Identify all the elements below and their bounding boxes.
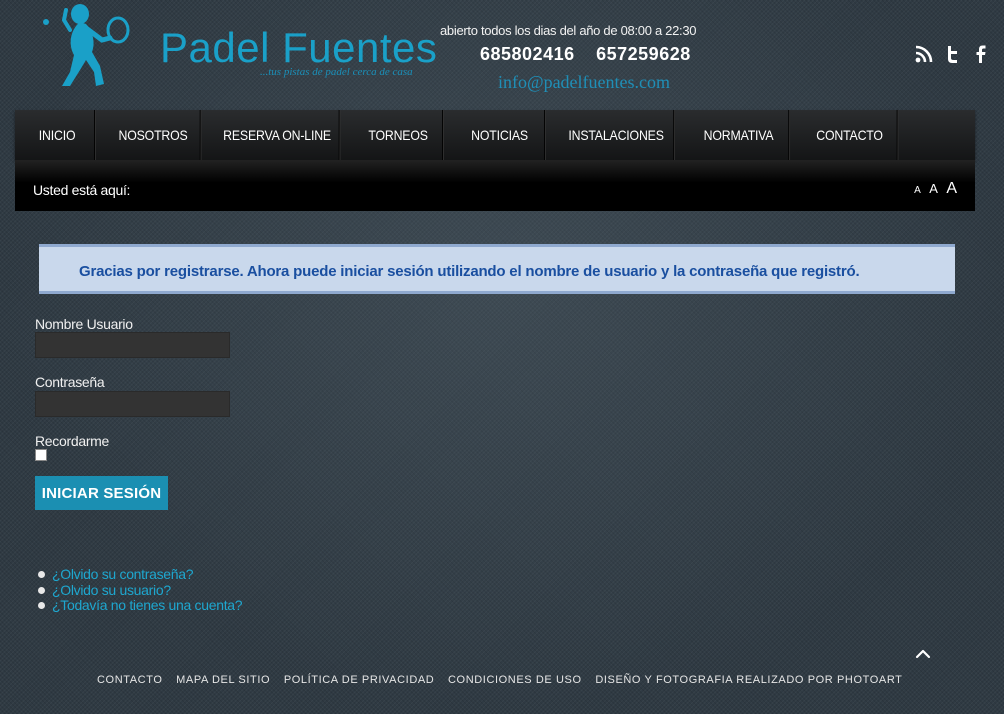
account-links: ¿Olvido su contraseña? ¿Olvido su usuari…	[38, 566, 243, 613]
nav-item-nosotros[interactable]: NOSOTROS	[106, 110, 201, 160]
password-label: Contraseña	[35, 374, 105, 390]
footer-link-contacto[interactable]: CONTACTO	[97, 674, 163, 686]
nav-item-inicio[interactable]: INICIO	[20, 110, 95, 160]
phone-1: 685802416	[480, 44, 575, 64]
font-size-small-button[interactable]: A	[914, 185, 921, 196]
forgot-password-link[interactable]: ¿Olvido su contraseña?	[38, 566, 242, 582]
nav-item-noticias[interactable]: NOTICIAS	[455, 110, 545, 160]
nav-item-torneos[interactable]: TORNEOS	[354, 110, 443, 160]
nav-item-reserva-online[interactable]: RESERVA ON-LINE	[215, 110, 340, 160]
footer-link-privacy[interactable]: POLÍTICA DE PRIVACIDAD	[284, 674, 435, 686]
phone-2: 657259628	[596, 44, 691, 64]
remember-label: Recordarme	[35, 433, 110, 449]
contact-email[interactable]: info@padelfuentes.com	[498, 72, 670, 93]
breadcrumb-label: Usted está aquí:	[33, 182, 131, 198]
nav-item-instalaciones[interactable]: INSTALACIONES	[559, 110, 675, 160]
forgot-username-link[interactable]: ¿Olvido su usuario?	[38, 581, 242, 598]
logo-tagline: ...tus pistas de padel cerca de casa	[260, 66, 413, 78]
register-text: ¿Todavía no tienes una cuenta?	[52, 597, 243, 613]
font-size-controls: A A A	[910, 180, 957, 198]
breadcrumb-bar: Usted está aquí: A A A	[15, 160, 975, 211]
forgot-username-text: ¿Olvido su usuario?	[52, 581, 171, 598]
back-to-top-icon[interactable]	[913, 644, 933, 664]
footer-link-sitemap[interactable]: MAPA DEL SITIO	[176, 674, 270, 686]
bullet-icon	[38, 602, 45, 609]
opening-hours: abierto todos los dias del año de 08:00 …	[440, 23, 697, 38]
bullet-icon	[38, 571, 45, 578]
twitter-icon[interactable]	[942, 44, 962, 64]
logo-name-part1: Padel	[160, 24, 270, 71]
footer-link-terms[interactable]: CONDICIONES DE USO	[448, 674, 582, 686]
nav-item-normativa[interactable]: NORMATIVA	[689, 110, 790, 160]
username-label: Nombre Usuario	[35, 316, 133, 332]
font-size-large-button[interactable]: A	[946, 180, 957, 197]
success-message: Gracias por registrarse. Ahora puede ini…	[39, 244, 955, 294]
logo-name-part2: Fuentes	[282, 24, 438, 71]
success-message-text: Gracias por registrarse. Ahora puede ini…	[79, 263, 860, 280]
phone-numbers: 685802416 657259628	[480, 44, 707, 65]
padel-player-icon	[43, 4, 130, 86]
site-logo[interactable]: Padel Fuentes ...tus pistas de padel cer…	[40, 0, 437, 92]
username-input[interactable]	[35, 332, 230, 358]
remember-checkbox[interactable]	[35, 449, 47, 461]
login-button[interactable]: INICIAR SESIÓN	[35, 476, 168, 510]
font-size-medium-button[interactable]: A	[929, 181, 938, 196]
logo-text: Padel Fuentes	[160, 24, 437, 72]
footer-link-photoart[interactable]: DISEÑO Y FOTOGRAFIA REALIZADO POR PHOTOA…	[595, 674, 902, 686]
social-links	[914, 44, 990, 64]
facebook-icon[interactable]	[970, 44, 990, 64]
nav-item-contacto[interactable]: CONTACTO	[802, 110, 898, 160]
footer-links: CONTACTO MAPA DEL SITIO POLÍTICA DE PRIV…	[97, 674, 913, 686]
main-nav: INICIO NOSOTROS RESERVA ON-LINE TORNEOS …	[15, 110, 975, 160]
password-input[interactable]	[35, 391, 230, 417]
bullet-icon	[38, 586, 45, 594]
forgot-password-text: ¿Olvido su contraseña?	[52, 566, 194, 582]
register-link[interactable]: ¿Todavía no tienes una cuenta?	[38, 597, 243, 613]
rss-icon[interactable]	[914, 44, 934, 64]
